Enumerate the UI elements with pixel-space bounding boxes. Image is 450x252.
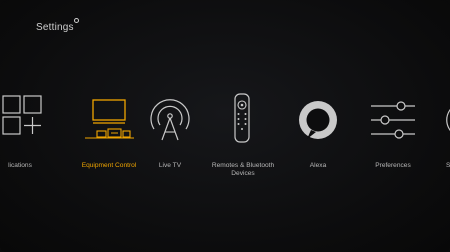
menu-label-alexa: Alexa bbox=[309, 162, 327, 169]
menu-label-remotes-bluetooth: Remotes & Bluetooth Devices bbox=[211, 162, 275, 177]
menu-item-alexa[interactable]: Alexa bbox=[278, 92, 358, 192]
menu-label-live-tv: Live TV bbox=[158, 162, 182, 169]
antenna-icon bbox=[150, 99, 190, 141]
menu-item-remotes-bluetooth[interactable]: Remotes & Bluetooth Devices bbox=[203, 92, 283, 192]
menu-label-applications: lications bbox=[8, 162, 32, 169]
menu-item-applications[interactable]: lications bbox=[0, 92, 60, 192]
page-title: Settings bbox=[36, 22, 74, 33]
sliders-icon bbox=[371, 101, 415, 139]
menu-label-preferences: Preferences bbox=[375, 162, 411, 169]
menu-label-system: S bbox=[446, 162, 450, 169]
title-indicator-icon bbox=[74, 18, 79, 23]
remote-icon bbox=[234, 93, 250, 143]
apps-grid-icon bbox=[2, 95, 42, 135]
menu-item-live-tv[interactable]: Live TV bbox=[130, 92, 210, 192]
menu-item-system[interactable]: S bbox=[424, 92, 450, 192]
system-icon bbox=[446, 109, 450, 131]
alexa-ring-icon bbox=[299, 101, 337, 139]
settings-screen: Settings lications Equipment Control Liv… bbox=[0, 0, 450, 252]
menu-item-preferences[interactable]: Preferences bbox=[353, 92, 433, 192]
